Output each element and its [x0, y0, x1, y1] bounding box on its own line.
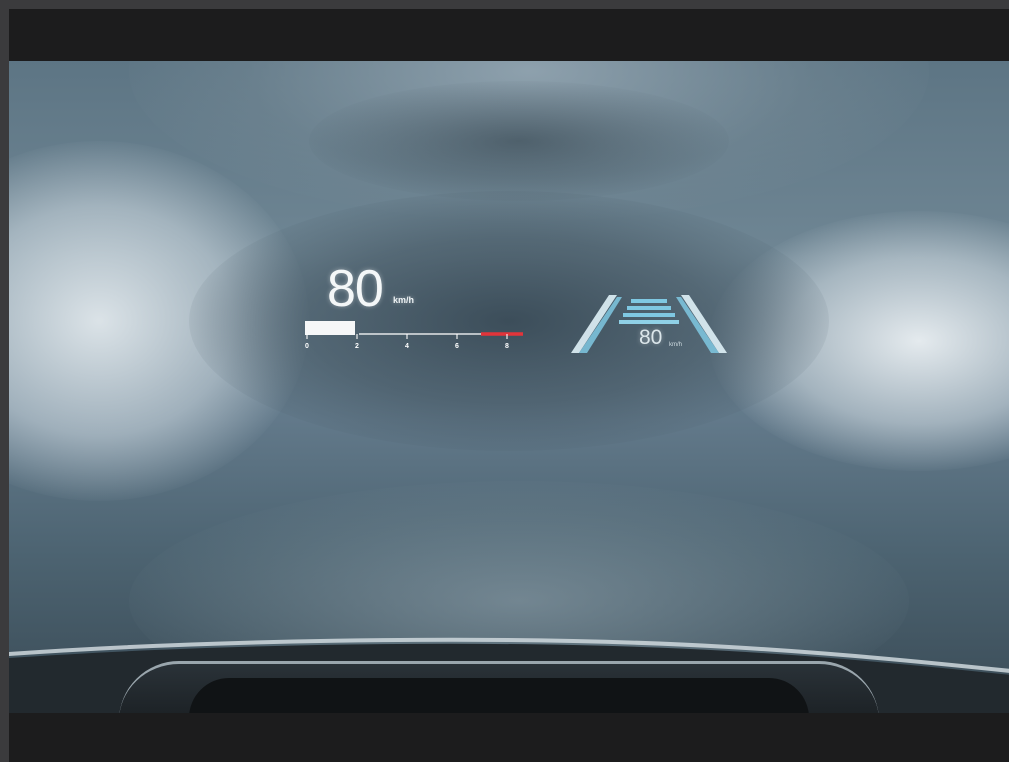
windshield-view: 80 km/h 0 2 4 6 8 80 km/h: [9, 61, 1009, 713]
gauge-tick-label-0: 0: [305, 343, 309, 350]
lane-right-marker: [681, 295, 727, 353]
lane-assist-speed: 80: [639, 326, 663, 349]
lane-right-band: [676, 297, 719, 353]
image-canvas: 80 km/h 0 2 4 6 8 80 km/h: [9, 9, 1009, 762]
gauge-tick-label-6: 6: [455, 343, 459, 350]
lane-stripe-4: [619, 320, 679, 324]
gauge-tick-labels: 0 2 4 6 8: [305, 343, 509, 350]
bottom-letterbox: [9, 713, 1009, 762]
gauge-tick-label-8: 8: [505, 343, 509, 350]
lane-stripe-1: [631, 299, 667, 303]
overpass-shadow: [309, 81, 729, 201]
lane-assist-unit: km/h: [669, 342, 683, 348]
instrument-cluster-hood: [119, 661, 879, 713]
instrument-cluster-recess: [189, 678, 809, 713]
hud-speed-value: 80: [327, 260, 384, 318]
gauge-tick-label-4: 4: [405, 343, 409, 350]
gauge-fill: [305, 321, 355, 335]
hud-speed-unit: km/h: [393, 295, 415, 305]
lane-stripe-2: [627, 306, 671, 310]
outer-frame: 80 km/h 0 2 4 6 8 80 km/h: [0, 0, 1009, 762]
lane-left-marker: [571, 295, 617, 353]
gauge-tick-label-2: 2: [355, 343, 359, 350]
lane-left-band: [579, 297, 622, 353]
speed-gauge-icon: 0 2 4 6 8: [305, 321, 523, 350]
lane-stripe-3: [623, 313, 675, 317]
